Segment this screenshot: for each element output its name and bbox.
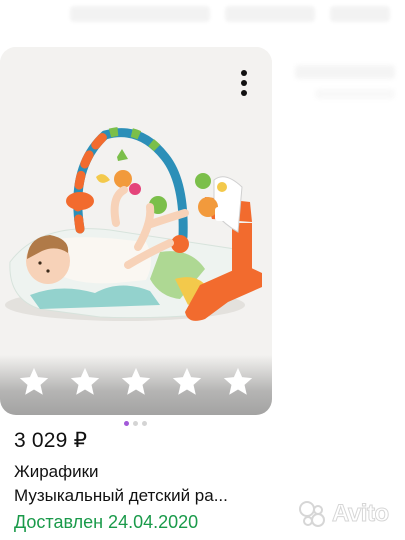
avito-watermark: Avito (298, 500, 390, 528)
seller-name[interactable]: Жирафики (14, 462, 99, 482)
listing-card[interactable] (0, 47, 272, 415)
more-options-button[interactable] (230, 63, 258, 103)
watermark-text: Avito (332, 500, 390, 528)
star-icon[interactable] (170, 365, 204, 399)
star-icon[interactable] (17, 365, 51, 399)
star-icon[interactable] (68, 365, 102, 399)
delivery-status: Доставлен 24.04.2020 (14, 512, 199, 532)
faded-previous-row (0, 0, 405, 40)
star-icon[interactable] (221, 365, 255, 399)
pager-dot (142, 421, 147, 426)
avito-logo-icon (299, 501, 325, 527)
rating-stars (0, 355, 272, 415)
star-icon[interactable] (119, 365, 153, 399)
more-vertical-icon (241, 70, 247, 76)
faded-next-card (295, 65, 395, 99)
pager-dot (133, 421, 138, 426)
listing-price: 3 029 ₽ (14, 429, 88, 452)
pager-dot-active (124, 421, 129, 426)
listing-title[interactable]: Музыкальный детский ра... (14, 486, 264, 506)
image-pager (124, 421, 147, 426)
